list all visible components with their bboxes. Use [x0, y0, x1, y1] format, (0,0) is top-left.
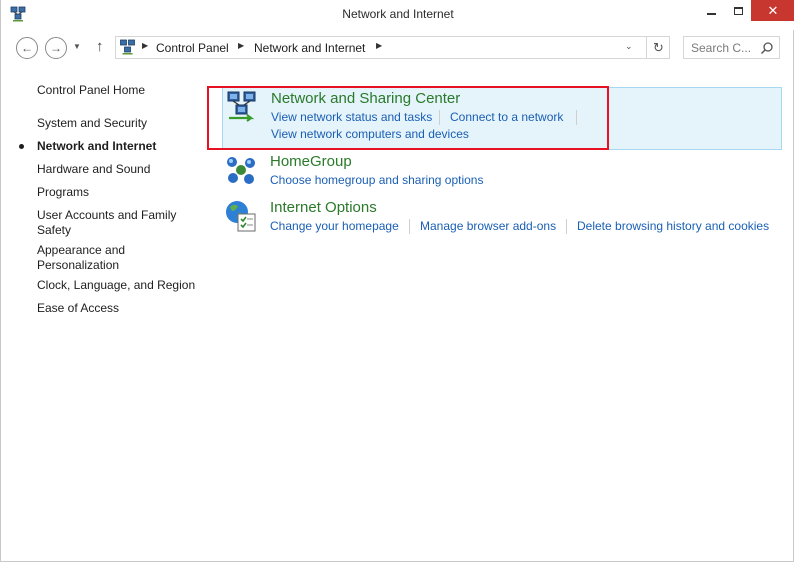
close-icon: ✕ [767, 2, 779, 18]
sidebar-item-ease-of-access[interactable]: Ease of Access [37, 301, 197, 316]
forward-button[interactable]: → [45, 37, 67, 59]
breadcrumb-separator-icon[interactable]: ▶ [376, 41, 382, 50]
breadcrumb-network-and-internet[interactable]: Network and Internet [254, 41, 365, 55]
category-title-homegroup[interactable]: HomeGroup [270, 153, 352, 170]
link-delete-browsing-history[interactable]: Delete browsing history and cookies [577, 219, 769, 233]
minimize-button[interactable] [697, 0, 725, 21]
back-arrow-icon: ← [21, 41, 33, 55]
minimize-icon [706, 12, 716, 15]
link-manage-browser-addons[interactable]: Manage browser add-ons [420, 219, 556, 233]
up-button[interactable]: ↑ [96, 38, 104, 55]
sidebar-item-system-and-security[interactable]: System and Security [37, 116, 197, 131]
window-title: Network and Internet [342, 7, 454, 21]
recent-locations-button[interactable]: ▼ [73, 42, 81, 51]
search-placeholder: Search C... [691, 41, 752, 55]
link-choose-homegroup-options[interactable]: Choose homegroup and sharing options [270, 173, 483, 187]
sidebar-item-network-and-internet: Network and Internet [37, 139, 157, 153]
search-input[interactable]: Search C... [683, 36, 780, 59]
homegroup-icon[interactable] [224, 153, 258, 187]
address-bar[interactable]: ▶ Control Panel ▶ Network and Internet ▶… [115, 36, 670, 59]
maximize-icon [733, 6, 743, 15]
maximize-button[interactable] [725, 0, 751, 21]
refresh-icon: ↻ [653, 39, 664, 55]
link-divider [566, 219, 567, 234]
category-title-internet-options[interactable]: Internet Options [270, 199, 377, 216]
sidebar-item-programs[interactable]: Programs [37, 185, 197, 200]
forward-arrow-icon: → [50, 41, 62, 55]
sidebar-item-hardware-and-sound[interactable]: Hardware and Sound [37, 162, 197, 177]
sidebar-item-user-accounts[interactable]: User Accounts and Family Safety [37, 208, 187, 238]
refresh-button[interactable]: ↻ [646, 37, 670, 58]
breadcrumb-separator-icon[interactable]: ▶ [238, 41, 244, 50]
address-dropdown-icon[interactable]: ⌄ [625, 41, 633, 52]
current-item-bullet-icon [19, 144, 24, 149]
annotation-highlight-box [207, 86, 609, 150]
control-panel-window: Network and Internet ✕ ← → ▼ ↑ ▶ Control… [0, 0, 794, 562]
navigation-bar: ← → ▼ ↑ ▶ Control Panel ▶ Network and In… [1, 30, 794, 66]
breadcrumb-control-panel[interactable]: Control Panel [156, 41, 229, 55]
category-internet-options[interactable]: Internet Options Change your homepage Ma… [222, 197, 782, 241]
chevron-down-icon: ▼ [73, 42, 81, 51]
title-bar: Network and Internet ✕ [1, 0, 794, 30]
sidebar-item-control-panel-home[interactable]: Control Panel Home [37, 83, 197, 98]
internet-options-icon[interactable] [224, 199, 258, 233]
sidebar-item-clock-language-region[interactable]: Clock, Language, and Region [37, 278, 197, 293]
close-button[interactable]: ✕ [751, 0, 794, 21]
up-arrow-icon: ↑ [96, 38, 104, 55]
sidebar-item-appearance[interactable]: Appearance and Personalization [37, 243, 147, 273]
search-icon[interactable] [760, 41, 774, 55]
network-location-icon [120, 39, 135, 55]
back-button[interactable]: ← [16, 37, 38, 59]
link-divider [409, 219, 410, 234]
sidebar: Control Panel Home System and Security N… [1, 66, 206, 556]
category-homegroup[interactable]: HomeGroup Choose homegroup and sharing o… [222, 151, 782, 195]
link-change-homepage[interactable]: Change your homepage [270, 219, 399, 233]
breadcrumb-separator-icon[interactable]: ▶ [142, 41, 148, 50]
